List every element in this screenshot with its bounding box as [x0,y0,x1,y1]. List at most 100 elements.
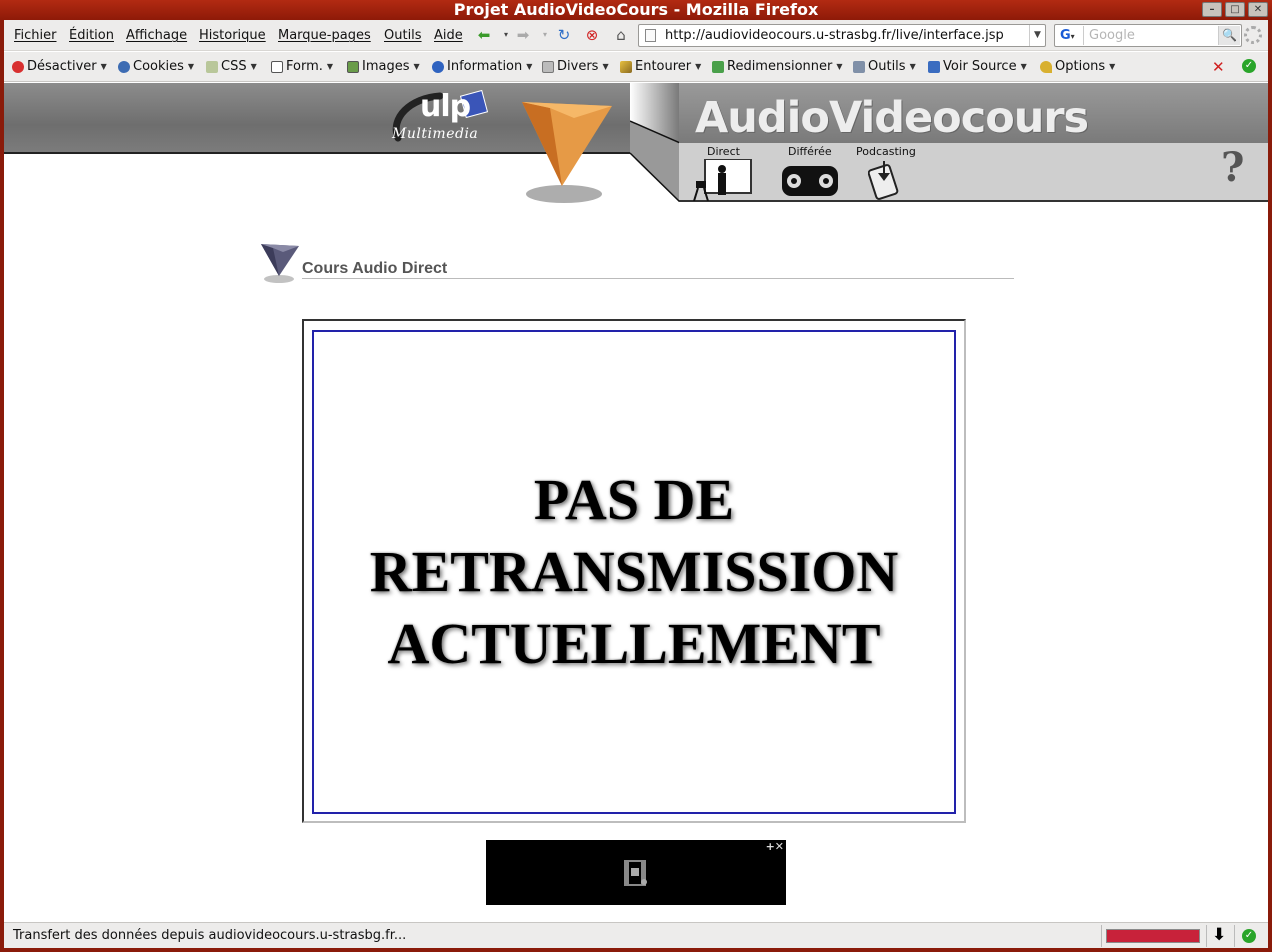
menu-fichier[interactable]: Fichier [14,28,57,43]
forms-icon [271,60,283,73]
dev-redimensionner-menu[interactable]: Redimensionner ▼ [712,59,843,74]
dev-entourer-label: Entourer [635,59,692,74]
search-input[interactable]: Google [1089,28,1135,43]
status-separator [1234,925,1235,947]
window-titlebar: Projet AudioVideoCours - Mozilla Firefox… [0,0,1272,20]
window-controls: – □ ✕ [1202,2,1268,17]
broadcast-stage: PAS DE RETRANSMISSION ACTUELLEMENT [302,319,966,823]
message-line-3: ACTUELLEMENT [387,611,881,676]
no-broadcast-message: PAS DE RETRANSMISSION ACTUELLEMENT [370,464,899,680]
outline-pencil-icon [620,60,632,73]
status-ok-icon[interactable]: ✓ [1242,929,1256,943]
dev-css-menu[interactable]: CSS ▼ [206,59,257,74]
message-line-2: RETRANSMISSION [369,539,899,604]
cookies-person-icon [118,60,130,73]
dev-voir-source-label: Voir Source [943,59,1017,74]
menu-aide[interactable]: Aide [434,28,463,43]
tab-direct-label[interactable]: Direct [707,145,740,158]
home-icon[interactable]: ⌂ [611,25,631,45]
tools-wrench-icon [853,60,865,73]
section-underline [302,278,1014,279]
dev-images-label: Images [362,59,410,74]
status-bar: Transfert des données depuis audiovideoc… [4,922,1268,948]
dev-options-label: Options [1055,59,1106,74]
reload-icon[interactable]: ↻ [554,25,574,45]
dev-forms-label: Form. [286,59,323,74]
validation-ok-icon[interactable]: ✓ [1242,59,1256,73]
status-separator [1206,925,1207,947]
search-box[interactable]: G▾ Google 🔍 [1054,24,1242,47]
close-window-button[interactable]: ✕ [1248,2,1268,17]
url-history-dropdown-icon[interactable]: ▼ [1029,25,1045,46]
web-developer-toolbar: Désactiver ▼ Cookies ▼ CSS ▼ Form. ▼ Images ▼… [4,52,1268,82]
window-title: Projet AudioVideoCours - Mozilla Firefox [453,0,819,19]
menu-affichage[interactable]: Affichage [126,28,187,43]
film-music-icon [624,860,647,886]
message-line-1: PAS DE [533,467,735,532]
options-key-icon [1040,60,1052,73]
download-arrow-icon[interactable]: ⬇ [1212,925,1226,945]
section-header: Cours Audio Direct [259,240,1015,285]
player-resize-close-icon[interactable]: +✕ [766,840,784,853]
tab-differee-tape-icon[interactable] [781,164,839,198]
stop-icon[interactable]: ⊗ [582,25,602,45]
status-separator [1101,925,1102,947]
page-icon [645,29,656,42]
dev-outils-menu[interactable]: Outils ▼ [853,59,916,74]
header-tabs-bar [679,143,1268,202]
dev-entourer-menu[interactable]: Entourer ▼ [620,59,701,74]
dev-redimensionner-label: Redimensionner [727,59,833,74]
misc-box-icon [542,60,554,73]
page-viewport: ulp Multimedia AudioVideocours Direct Di… [4,83,1268,921]
broadcast-frame: PAS DE RETRANSMISSION ACTUELLEMENT [312,330,956,814]
resize-arrows-icon [712,60,724,73]
loading-throbber-icon [1244,26,1262,44]
tab-direct-lecturer-icon[interactable] [692,159,754,201]
section-title: Cours Audio Direct [302,260,448,277]
dev-forms-menu[interactable]: Form. ▼ [271,59,333,74]
close-toolbar-icon[interactable]: ✕ [1212,58,1225,76]
menu-outils[interactable]: Outils [384,28,422,43]
dev-images-menu[interactable]: Images ▼ [347,59,420,74]
dev-cookies-menu[interactable]: Cookies ▼ [118,59,194,74]
dev-desactiver-menu[interactable]: Désactiver ▼ [12,59,107,74]
loading-progress-bar [1106,929,1200,943]
minimize-button[interactable]: – [1202,2,1222,17]
dev-css-label: CSS [221,59,247,74]
forward-history-dropdown-icon[interactable]: ▾ [535,25,555,45]
url-text: http://audiovideocours.u-strasbg.fr/live… [665,28,1004,43]
dev-desactiver-label: Désactiver [27,59,97,74]
menu-marque-pages[interactable]: Marque-pages [278,28,371,43]
multimedia-logo-text: Multimedia [392,126,479,142]
orange-pyramid-logo [522,102,612,203]
url-input[interactable]: http://audiovideocours.u-strasbg.fr/live… [638,24,1046,47]
forward-arrow-icon[interactable]: ➡ [513,25,533,45]
status-text: Transfert des données depuis audiovideoc… [13,928,407,943]
information-icon [432,60,444,73]
ulp-logo-text[interactable]: ulp [420,89,471,124]
search-magnifier-icon[interactable]: 🔍 [1218,26,1240,45]
dev-information-menu[interactable]: Information ▼ [432,59,532,74]
header-bevel-graphic [630,83,680,202]
tab-podcasting-player-icon[interactable] [868,159,902,201]
dev-divers-menu[interactable]: Divers ▼ [542,59,609,74]
browser-window: Fichier Édition Affichage Historique Mar… [4,20,1268,948]
dev-cookies-label: Cookies [133,59,184,74]
menu-edition[interactable]: Édition [69,28,114,43]
tab-differee-label[interactable]: Différée [788,145,832,158]
search-engine-selector[interactable]: G▾ [1056,26,1084,45]
media-player[interactable]: +✕ [486,840,786,905]
maximize-button[interactable]: □ [1225,2,1245,17]
help-question-icon[interactable]: ? [1221,144,1244,191]
view-source-icon [928,60,940,73]
dev-voir-source-menu[interactable]: Voir Source ▼ [928,59,1027,74]
google-icon: G [1060,28,1071,43]
tab-podcasting-label[interactable]: Podcasting [856,145,916,158]
dev-divers-label: Divers [557,59,599,74]
back-arrow-icon[interactable]: ⬅ [474,25,494,45]
menu-bar: Fichier Édition Affichage Historique Mar… [4,20,1268,51]
menu-historique[interactable]: Historique [199,28,266,43]
small-pyramid-icon [261,244,299,283]
dev-options-menu[interactable]: Options ▼ [1040,59,1115,74]
disable-icon [12,60,24,73]
